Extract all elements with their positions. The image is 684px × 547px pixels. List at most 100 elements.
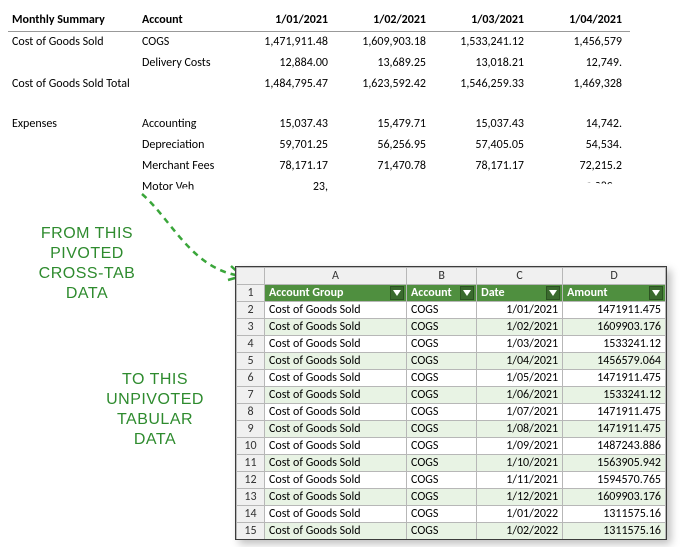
table-cell[interactable]: Cost of Goods Sold bbox=[265, 421, 407, 438]
row-number[interactable]: 11 bbox=[237, 455, 265, 472]
crosstab-cell: 54,534. bbox=[532, 135, 630, 156]
table-cell[interactable]: COGS bbox=[407, 404, 477, 421]
row-number[interactable]: 1 bbox=[237, 285, 265, 302]
table-cell[interactable]: Cost of Goods Sold bbox=[265, 370, 407, 387]
table-cell[interactable]: COGS bbox=[407, 523, 477, 540]
table-cell[interactable]: 1311575.16 bbox=[563, 523, 666, 540]
table-cell[interactable]: 1/03/2021 bbox=[477, 336, 563, 353]
crosstab-cell: Depreciation bbox=[138, 135, 238, 156]
table-cell[interactable]: 1456579.064 bbox=[563, 353, 666, 370]
table-header-date[interactable]: Date bbox=[477, 285, 563, 302]
filter-dropdown-icon[interactable] bbox=[460, 286, 474, 300]
filter-dropdown-icon[interactable] bbox=[546, 286, 560, 300]
table-cell[interactable]: COGS bbox=[407, 336, 477, 353]
col-letter[interactable]: B bbox=[407, 268, 477, 285]
table-cell[interactable]: COGS bbox=[407, 438, 477, 455]
table-header-account[interactable]: Account bbox=[407, 285, 477, 302]
table-cell[interactable]: COGS bbox=[407, 455, 477, 472]
crosstab-cell bbox=[434, 95, 532, 114]
excel-table: A B C D 1 Account Group Account Date bbox=[236, 267, 666, 540]
table-cell[interactable]: Cost of Goods Sold bbox=[265, 455, 407, 472]
table-cell[interactable]: 1/06/2021 bbox=[477, 387, 563, 404]
table-cell[interactable]: 1533241.12 bbox=[563, 387, 666, 404]
table-cell[interactable]: 1471911.475 bbox=[563, 421, 666, 438]
table-cell[interactable]: 1/04/2021 bbox=[477, 353, 563, 370]
col-letter[interactable]: A bbox=[265, 268, 407, 285]
row-number[interactable]: 3 bbox=[237, 319, 265, 336]
table-header-amount[interactable]: Amount bbox=[563, 285, 666, 302]
table-cell[interactable]: Cost of Goods Sold bbox=[265, 319, 407, 336]
table-cell[interactable]: Cost of Goods Sold bbox=[265, 506, 407, 523]
row-number[interactable]: 13 bbox=[237, 489, 265, 506]
table-cell[interactable]: 1609903.176 bbox=[563, 319, 666, 336]
crosstab-cell bbox=[336, 95, 434, 114]
row-number[interactable]: 5 bbox=[237, 353, 265, 370]
table-cell[interactable]: COGS bbox=[407, 370, 477, 387]
table-cell[interactable]: 1/12/2021 bbox=[477, 489, 563, 506]
crosstab-cell bbox=[8, 95, 138, 114]
row-number[interactable]: 4 bbox=[237, 336, 265, 353]
table-cell[interactable]: 1563905.942 bbox=[563, 455, 666, 472]
table-cell[interactable]: 1/10/2021 bbox=[477, 455, 563, 472]
col-letter[interactable]: C bbox=[477, 268, 563, 285]
row-number[interactable]: 7 bbox=[237, 387, 265, 404]
table-cell[interactable]: Cost of Goods Sold bbox=[265, 302, 407, 319]
table-cell[interactable]: Cost of Goods Sold bbox=[265, 353, 407, 370]
filter-dropdown-icon[interactable] bbox=[390, 286, 404, 300]
row-number[interactable]: 2 bbox=[237, 302, 265, 319]
crosstab-cell: 71,470.78 bbox=[336, 156, 434, 177]
crosstab-header: Monthly Summary bbox=[8, 10, 138, 32]
table-cell[interactable]: 1/01/2021 bbox=[477, 302, 563, 319]
table-cell[interactable]: 1609903.176 bbox=[563, 489, 666, 506]
table-cell[interactable]: COGS bbox=[407, 319, 477, 336]
table-cell[interactable]: 1594570.765 bbox=[563, 472, 666, 489]
table-cell[interactable]: Cost of Goods Sold bbox=[265, 523, 407, 540]
row-number[interactable]: 9 bbox=[237, 421, 265, 438]
row-number[interactable]: 15 bbox=[237, 523, 265, 540]
table-cell[interactable]: 1533241.12 bbox=[563, 336, 666, 353]
crosstab-header: 1/02/2021 bbox=[336, 10, 434, 32]
table-cell[interactable]: 1/02/2021 bbox=[477, 319, 563, 336]
table-cell[interactable]: 1/02/2022 bbox=[477, 523, 563, 540]
crosstab-cell: Expenses bbox=[8, 114, 138, 135]
table-cell[interactable]: 1/08/2021 bbox=[477, 421, 563, 438]
table-cell[interactable]: 1471911.475 bbox=[563, 404, 666, 421]
row-number[interactable]: 6 bbox=[237, 370, 265, 387]
table-cell[interactable]: 1471911.475 bbox=[563, 302, 666, 319]
table-cell[interactable]: COGS bbox=[407, 421, 477, 438]
table-cell[interactable]: 1/07/2021 bbox=[477, 404, 563, 421]
table-cell[interactable]: 1311575.16 bbox=[563, 506, 666, 523]
table-cell[interactable]: COGS bbox=[407, 506, 477, 523]
row-number[interactable]: 10 bbox=[237, 438, 265, 455]
table-cell[interactable]: Cost of Goods Sold bbox=[265, 404, 407, 421]
table-cell[interactable]: Cost of Goods Sold bbox=[265, 472, 407, 489]
crosstab-cell: 1,546,259.33 bbox=[434, 74, 532, 95]
table-cell[interactable]: 1487243.886 bbox=[563, 438, 666, 455]
row-number[interactable]: 8 bbox=[237, 404, 265, 421]
crosstab-cell: 23,289.9 bbox=[532, 177, 630, 198]
table-cell[interactable]: Cost of Goods Sold bbox=[265, 489, 407, 506]
crosstab-cell: 78,171.17 bbox=[238, 156, 336, 177]
table-cell[interactable]: COGS bbox=[407, 302, 477, 319]
col-letter[interactable]: D bbox=[563, 268, 666, 285]
table-cell[interactable]: 1471911.475 bbox=[563, 370, 666, 387]
crosstab-body: Cost of Goods SoldCOGS1,471,911.481,609,… bbox=[8, 32, 630, 199]
table-cell[interactable]: Cost of Goods Sold bbox=[265, 438, 407, 455]
table-header-account-group[interactable]: Account Group bbox=[265, 285, 407, 302]
table-cell[interactable]: COGS bbox=[407, 387, 477, 404]
table-cell[interactable]: 1/01/2022 bbox=[477, 506, 563, 523]
table-cell[interactable]: COGS bbox=[407, 489, 477, 506]
table-cell[interactable]: COGS bbox=[407, 353, 477, 370]
crosstab-cell: Accounting bbox=[138, 114, 238, 135]
crosstab-cell: 1,469,328 bbox=[532, 74, 630, 95]
table-cell[interactable]: 1/11/2021 bbox=[477, 472, 563, 489]
crosstab-header: 1/03/2021 bbox=[434, 10, 532, 32]
filter-dropdown-icon[interactable] bbox=[649, 286, 663, 300]
table-cell[interactable]: COGS bbox=[407, 472, 477, 489]
row-number[interactable]: 14 bbox=[237, 506, 265, 523]
table-cell[interactable]: Cost of Goods Sold bbox=[265, 336, 407, 353]
row-number[interactable]: 12 bbox=[237, 472, 265, 489]
table-cell[interactable]: 1/05/2021 bbox=[477, 370, 563, 387]
table-cell[interactable]: Cost of Goods Sold bbox=[265, 387, 407, 404]
table-cell[interactable]: 1/09/2021 bbox=[477, 438, 563, 455]
